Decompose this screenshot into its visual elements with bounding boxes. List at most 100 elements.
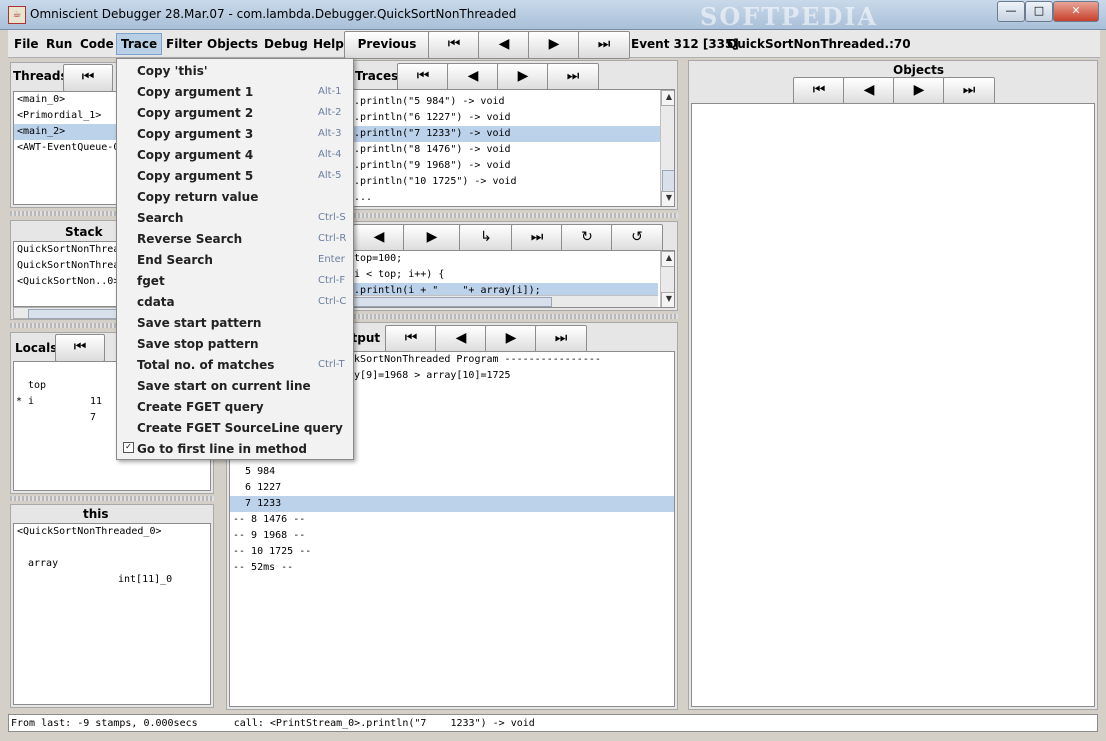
this-object-header[interactable]: <QuickSortNonThreaded_0> (14, 524, 210, 540)
trace-menu-dropdown: Copy 'this' Copy argument 1 Alt-1 Copy a… (116, 58, 354, 460)
menu-create-fget-query[interactable]: Create FGET query (117, 396, 353, 417)
code-vscrollbar[interactable]: ▲ ▼ (660, 251, 674, 307)
menu-go-to-first-line[interactable]: ✓ Go to first line in method (117, 438, 353, 459)
menu-copy-argument-5[interactable]: Copy argument 5 Alt-5 (117, 165, 353, 186)
local-name: * i (16, 396, 35, 407)
output-line[interactable]: -- 10 1725 -- (230, 544, 674, 560)
scroll-up-icon[interactable]: ▲ (661, 90, 674, 106)
menu-objects[interactable]: Objects (207, 37, 258, 51)
status-bar: From last: -9 stamps, 0.000secs call: <P… (8, 714, 1098, 732)
menu-copy-this[interactable]: Copy 'this' (117, 60, 353, 81)
output-last-icon[interactable]: ⏭ (535, 325, 587, 353)
menu-copy-argument-4[interactable]: Copy argument 4 Alt-4 (117, 144, 353, 165)
field-row[interactable]: array int[11]_0 (14, 540, 210, 585)
menu-save-stop-pattern[interactable]: Save stop pattern (117, 333, 353, 354)
java-app-icon: ☕ (8, 6, 26, 24)
scroll-thumb[interactable] (350, 297, 552, 307)
menu-cdata[interactable]: cdata Ctrl-C (117, 291, 353, 312)
traces-first-icon[interactable]: ⏮ (397, 63, 449, 91)
previous-button[interactable]: Previous (344, 31, 430, 59)
menu-save-start-current-line[interactable]: Save start on current line (117, 375, 353, 396)
menu-copy-argument-3[interactable]: Copy argument 3 Alt-3 (117, 123, 353, 144)
menu-debug[interactable]: Debug (264, 37, 308, 51)
last-event-icon[interactable]: ⏭ (578, 31, 630, 59)
locals-title: Locals (15, 341, 58, 355)
objects-last-icon[interactable]: ⏭ (943, 77, 995, 105)
threads-first-icon[interactable]: ⏮ (63, 64, 113, 92)
current-location: QuickSortNonThreaded.:70 (727, 37, 911, 51)
objects-view[interactable] (691, 103, 1095, 707)
this-panel: this <QuickSortNonThreaded_0> array int[… (10, 504, 214, 708)
traces-prev-icon[interactable]: ◀ (447, 63, 499, 91)
scroll-down-icon[interactable]: ▼ (661, 292, 674, 307)
menu-reverse-search[interactable]: Reverse Search Ctrl-R (117, 228, 353, 249)
menu-help[interactable]: Help (313, 37, 344, 51)
objects-panel: Objects ⏮ ◀ ▶ ⏭ (688, 60, 1098, 710)
softpedia-watermark: SOFTPEDIA (700, 2, 879, 31)
local-value: 11 (90, 396, 103, 407)
menu-save-start-pattern[interactable]: Save start pattern (117, 312, 353, 333)
menu-copy-argument-1[interactable]: Copy argument 1 Alt-1 (117, 81, 353, 102)
output-prev-icon[interactable]: ◀ (435, 325, 487, 353)
output-line[interactable]: 5 984 (230, 464, 674, 480)
step-into-icon[interactable]: ↳ (459, 224, 513, 252)
window-title: Omniscient Debugger 28.Mar.07 - com.lamb… (30, 7, 517, 21)
traces-last-icon[interactable]: ⏭ (547, 63, 599, 91)
field-name: array (28, 558, 59, 569)
menu-end-search[interactable]: End Search Enter (117, 249, 353, 270)
title-bar: ☕ Omniscient Debugger 28.Mar.07 - com.la… (0, 0, 1106, 31)
field-value: int[11]_0 (118, 574, 173, 585)
menu-copy-argument-2[interactable]: Copy argument 2 Alt-2 (117, 102, 353, 123)
output-line[interactable]: 6 1227 (230, 480, 674, 496)
locals-first-icon[interactable]: ⏮ (55, 334, 105, 362)
menu-file[interactable]: File (14, 37, 39, 51)
output-next-icon[interactable]: ▶ (485, 325, 537, 353)
prev-event-icon[interactable]: ◀ (478, 31, 530, 59)
first-event-icon[interactable]: ⏮ (428, 31, 480, 59)
this-title: this (83, 507, 109, 521)
menu-trace[interactable]: Trace (116, 33, 163, 55)
traces-vscrollbar[interactable]: ▲ ▼ (660, 90, 674, 206)
objects-next-icon[interactable]: ▶ (893, 77, 945, 105)
scroll-thumb[interactable] (28, 309, 130, 319)
this-list: <QuickSortNonThreaded_0> array int[11]_0 (13, 523, 211, 705)
undo-icon[interactable]: ↺ (611, 224, 663, 252)
scroll-thumb[interactable] (662, 170, 674, 192)
output-line-selected[interactable]: 7 1233 (230, 496, 674, 512)
code-prev-icon[interactable]: ◀ (353, 224, 405, 252)
traces-next-icon[interactable]: ▶ (497, 63, 549, 91)
minimize-button[interactable]: — (997, 1, 1025, 22)
output-line[interactable]: -- 8 1476 -- (230, 512, 674, 528)
threads-title: Threads (13, 69, 68, 83)
code-next-icon[interactable]: ▶ (403, 224, 461, 252)
code-last-icon[interactable]: ⏭ (511, 224, 563, 252)
local-value: 7 (90, 412, 97, 423)
menu-bar: File Run Code Trace Filter Objects Debug… (8, 30, 1100, 59)
maximize-button[interactable]: □ (1025, 1, 1053, 22)
next-event-icon[interactable]: ▶ (528, 31, 580, 59)
traces-title: Traces (355, 69, 399, 83)
objects-title: Objects (893, 63, 945, 77)
objects-prev-icon[interactable]: ◀ (843, 77, 895, 105)
menu-search[interactable]: Search Ctrl-S (117, 207, 353, 228)
menu-total-matches[interactable]: Total no. of matches Ctrl-T (117, 354, 353, 375)
menu-fget[interactable]: fget Ctrl-F (117, 270, 353, 291)
splitter[interactable] (10, 496, 214, 501)
redo-icon[interactable]: ↻ (561, 224, 613, 252)
menu-copy-return-value[interactable]: Copy return value (117, 186, 353, 207)
menu-create-fget-sourceline-query[interactable]: Create FGET SourceLine query (117, 417, 353, 438)
menu-filter[interactable]: Filter (166, 37, 202, 51)
close-button[interactable]: ✕ (1053, 1, 1099, 22)
status-text: From last: -9 stamps, 0.000secs call: <P… (11, 718, 535, 729)
output-first-icon[interactable]: ⏮ (385, 325, 437, 353)
stack-title: Stack (65, 225, 103, 239)
output-line[interactable]: -- 9 1968 -- (230, 528, 674, 544)
menu-code[interactable]: Code (80, 37, 114, 51)
output-line[interactable]: -- 52ms -- (230, 560, 674, 576)
scroll-down-icon[interactable]: ▼ (661, 191, 674, 206)
checkbox-checked-icon[interactable]: ✓ (123, 442, 134, 453)
event-counter: Event 312 [335] (631, 37, 739, 51)
menu-run[interactable]: Run (46, 37, 72, 51)
objects-first-icon[interactable]: ⏮ (793, 77, 845, 105)
scroll-up-icon[interactable]: ▲ (661, 251, 674, 267)
